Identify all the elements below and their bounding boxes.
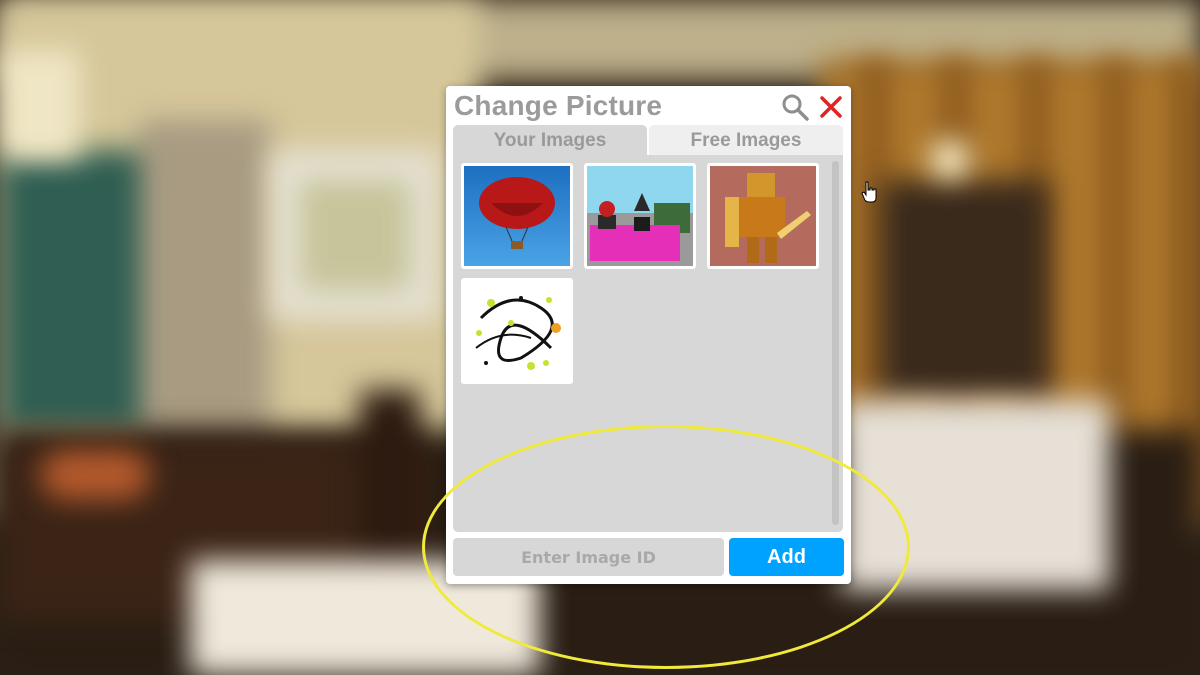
image-thumbnail[interactable] [707,163,819,269]
tab-your-images[interactable]: Your Images [453,125,647,155]
add-button[interactable]: Add [729,538,844,576]
image-thumbnail[interactable] [461,163,573,269]
image-grid-scrollbar[interactable] [832,161,839,525]
image-tabs: Your Images Free Images [453,125,843,155]
dialog-title: Change Picture [454,90,663,121]
search-button[interactable] [780,92,810,122]
image-grid [453,155,843,532]
hot-air-balloon-image [464,166,570,266]
close-button[interactable] [816,92,846,122]
search-icon [782,94,809,121]
image-id-input[interactable] [453,538,724,576]
golden-armored-knight-image [710,166,816,266]
image-thumbnail[interactable] [584,163,696,269]
change-picture-dialog: Change Picture Your Images Free Images E… [446,86,851,584]
hand-cursor-icon [861,181,877,203]
close-icon [820,96,842,118]
image-thumbnail[interactable] [461,278,573,384]
avatars-on-pink-couch-image [587,166,693,266]
paint-splatter-image [464,281,570,381]
tab-free-images[interactable]: Free Images [649,125,843,155]
